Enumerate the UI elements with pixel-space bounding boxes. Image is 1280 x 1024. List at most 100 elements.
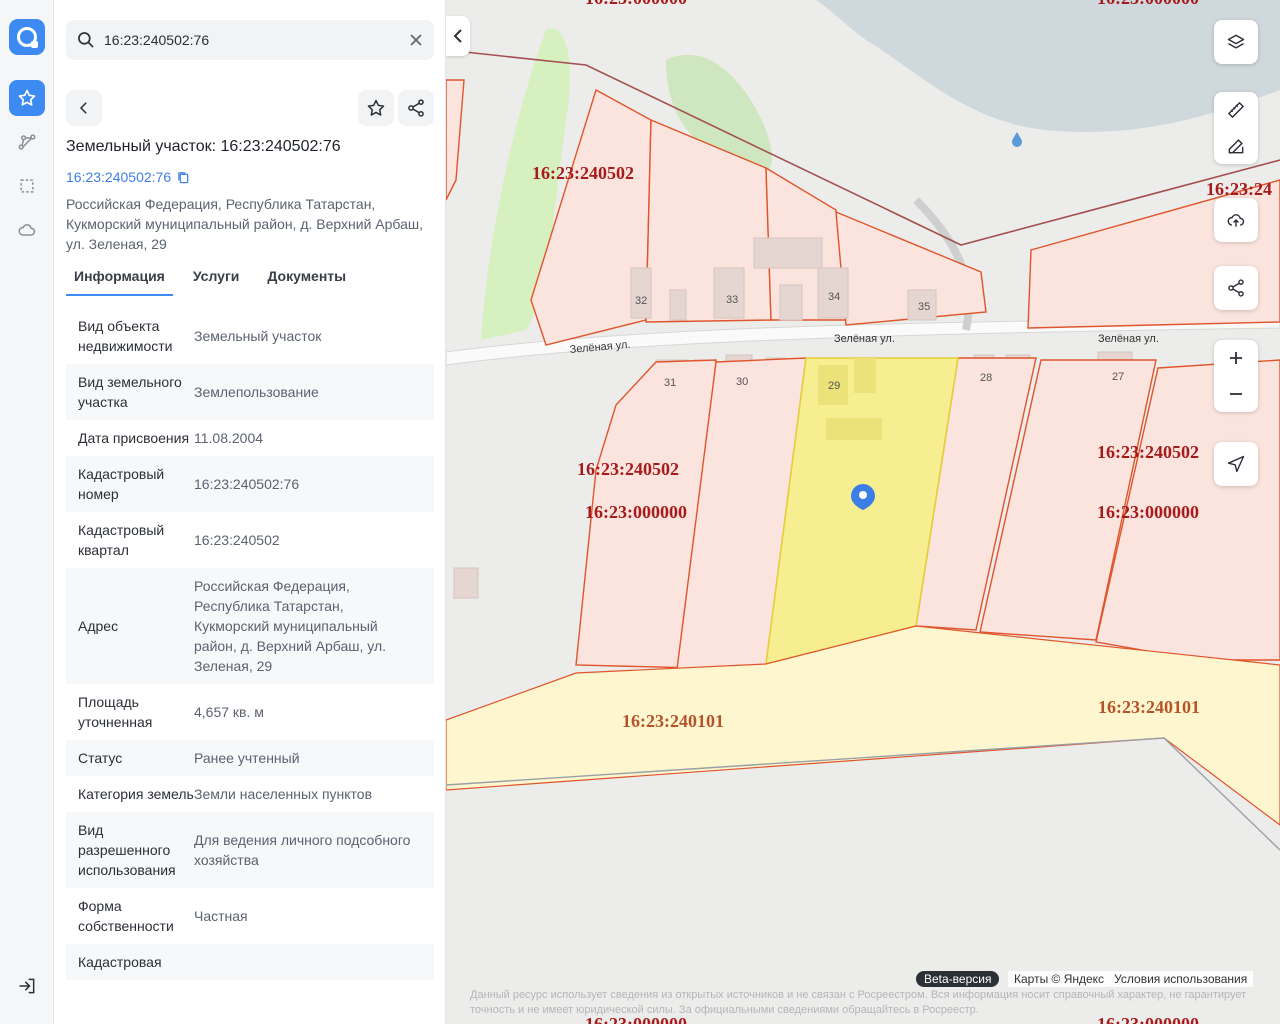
tab-documents[interactable]: Документы	[259, 266, 354, 296]
layers-button[interactable]	[1214, 20, 1258, 64]
search-bar	[66, 20, 434, 60]
tab-bar: Информация Услуги Документы	[66, 266, 434, 296]
water-drop-icon	[1012, 132, 1022, 147]
zoom-out-button[interactable]	[1214, 376, 1258, 412]
row-label: Дата присвоения	[78, 430, 190, 446]
table-row: Вид земельного участка Землепользование	[66, 364, 434, 420]
edit-button[interactable]	[1214, 128, 1258, 164]
tab-information[interactable]: Информация	[66, 266, 173, 296]
route-icon[interactable]	[9, 124, 45, 160]
quarter-label: 16:23:240502	[1097, 442, 1199, 462]
terms-of-use-link[interactable]: Условия использования	[1114, 971, 1247, 987]
attribution-maps-link[interactable]: Карты © Яндекс	[1014, 971, 1104, 987]
row-label: Кадастровый номер	[78, 466, 165, 502]
map-share-button[interactable]	[1214, 266, 1258, 310]
row-value: Российская Федерация, Республика Татарст…	[194, 578, 387, 674]
copy-icon[interactable]	[177, 171, 190, 184]
street-label: Зелёная ул.	[1098, 333, 1159, 345]
share-control	[1214, 266, 1258, 310]
house-number: 35	[918, 301, 930, 313]
row-label: Кадастровый квартал	[78, 522, 165, 558]
row-value: Для ведения личного подсобного хозяйства	[194, 832, 411, 868]
table-row: Кадастровый номер 16:23:240502:76	[66, 456, 434, 512]
row-label: Вид земельного участка	[78, 374, 182, 410]
page-title: Земельный участок: 16:23:240502:76	[66, 138, 341, 155]
minus-icon	[1230, 393, 1242, 395]
info-table: Вид объекта недвижимости Земельный участо…	[66, 308, 434, 980]
app-logo-icon[interactable]	[9, 19, 45, 55]
ruler-button[interactable]	[1214, 92, 1258, 128]
row-label: Форма собственности	[78, 898, 174, 934]
quarter-240101	[446, 625, 1280, 826]
quarter-label: 16:23:240502	[577, 459, 679, 479]
map-canvas[interactable]: 16:23:240502 16:23:240502 16:23:240502 1…	[446, 0, 1280, 1024]
row-label: Площадь уточненная	[78, 694, 153, 730]
share-icon	[408, 99, 424, 117]
navigation-arrow-icon	[1227, 455, 1245, 473]
building	[854, 358, 876, 393]
layers-control	[1214, 20, 1258, 64]
pencil-icon	[1228, 139, 1244, 154]
cloud-icon[interactable]	[9, 212, 45, 248]
clear-search-button[interactable]	[406, 30, 426, 50]
zoom-control	[1214, 340, 1258, 412]
table-row: Кадастровая	[66, 944, 434, 980]
row-label: Адрес	[78, 618, 119, 634]
login-icon[interactable]	[9, 968, 45, 1004]
row-label: Вид разрешенного использования	[78, 822, 176, 878]
search-input[interactable]	[104, 20, 404, 60]
table-row: Вид разрешенного использования Для ведени…	[66, 812, 434, 888]
map-attribution: Карты © Яндекс Условия использования	[1008, 971, 1254, 987]
geolocation-button[interactable]	[1214, 442, 1258, 486]
area-select-icon[interactable]	[9, 168, 45, 204]
upload-control	[1214, 198, 1258, 242]
row-value: Землепользование	[194, 384, 319, 400]
tab-services[interactable]: Услуги	[185, 266, 248, 296]
back-button[interactable]	[66, 90, 102, 126]
cadastral-number-text[interactable]: 16:23:240502:76	[66, 169, 171, 185]
house-number: 32	[635, 295, 647, 307]
table-row: Категория земель Земли населенных пунктов	[66, 776, 434, 812]
share-button[interactable]	[398, 90, 434, 126]
beta-badge: Beta-версия	[916, 971, 1000, 987]
disclaimer-text: Данный ресурс использует сведения из отк…	[470, 989, 1247, 1016]
object-address: Российская Федерация, Республика Татарст…	[66, 196, 424, 252]
star-icon	[367, 99, 385, 116]
zoom-in-button[interactable]	[1214, 340, 1258, 376]
tools-control	[1214, 92, 1258, 164]
quarter-label: 16:23:000000	[585, 0, 687, 8]
cloud-upload-icon	[1227, 214, 1245, 227]
cadastral-map[interactable]: 16:23:240502 16:23:240502 16:23:240502 1…	[446, 0, 1280, 1024]
house-number: 30	[736, 376, 748, 388]
river-shape	[816, 0, 1280, 132]
row-value: 16:23:240502:76	[194, 476, 300, 492]
quarter-label: 16:23:240101	[1098, 697, 1200, 717]
house-number: 34	[828, 291, 840, 303]
row-label: Вид объекта недвижимости	[78, 318, 173, 354]
row-value: Ранее учтенный	[194, 750, 300, 766]
house-number: 33	[726, 294, 738, 306]
row-label: Кадастровая	[78, 954, 162, 970]
ruler-icon	[1227, 101, 1245, 119]
favorites-star-icon[interactable]	[9, 80, 45, 116]
share-icon	[1228, 279, 1244, 297]
row-value: 4,657 кв. м	[194, 704, 264, 720]
house-number: 31	[664, 377, 676, 389]
search-icon	[78, 32, 94, 48]
table-row: Форма собственности Частная	[66, 888, 434, 944]
row-value: Частная	[194, 908, 248, 924]
cadastral-number-link[interactable]: 16:23:240502:76	[66, 169, 190, 185]
chevron-left-icon	[453, 29, 462, 43]
geolocation-control	[1214, 442, 1258, 486]
table-row: Кадастровый квартал 16:23:240502	[66, 512, 434, 568]
street-label: Зелёная ул.	[834, 333, 895, 345]
row-value: Земельный участок	[194, 328, 322, 344]
quarter-label: 16:23:000000	[585, 502, 687, 522]
upload-button[interactable]	[1214, 198, 1258, 242]
table-row: Площадь уточненная 4,657 кв. м	[66, 684, 434, 740]
house-number: 27	[1112, 371, 1124, 383]
row-label: Статус	[78, 750, 123, 766]
plus-icon	[1230, 352, 1242, 364]
collapse-panel-button[interactable]	[446, 16, 470, 56]
add-favorite-button[interactable]	[358, 90, 394, 126]
